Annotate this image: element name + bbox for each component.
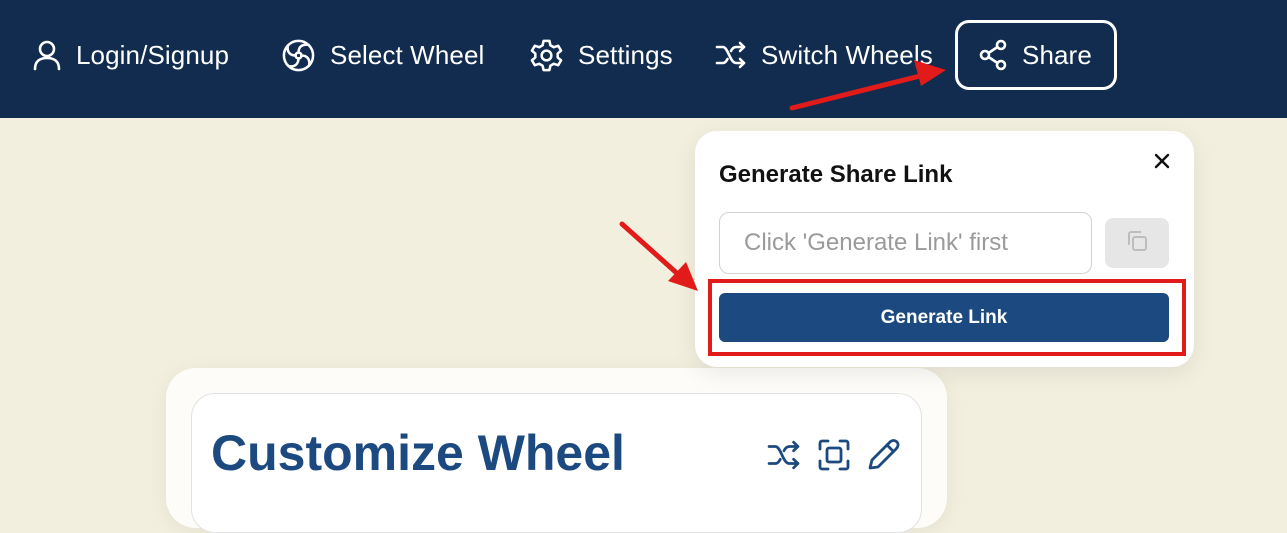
- gear-icon: [529, 38, 564, 73]
- annotation-arrow-generate-head: [668, 262, 698, 291]
- close-icon: [1153, 152, 1171, 175]
- fullscreen-icon: [817, 438, 851, 477]
- copy-link-button[interactable]: [1105, 218, 1169, 268]
- wheel-icon: [281, 38, 316, 73]
- fullscreen-button[interactable]: [815, 438, 853, 476]
- settings-label: Settings: [578, 39, 673, 70]
- login-signup-button[interactable]: Login/Signup: [32, 26, 229, 84]
- edit-button[interactable]: [864, 438, 902, 476]
- pencil-icon: [865, 437, 901, 478]
- switch-wheels-label: Switch Wheels: [761, 39, 933, 70]
- select-wheel-button[interactable]: Select Wheel: [281, 26, 484, 84]
- popover-title: Generate Share Link: [719, 161, 953, 188]
- copy-icon: [1125, 229, 1149, 258]
- top-navbar: Login/Signup Select Wheel Settings Switc…: [0, 0, 1287, 118]
- select-wheel-label: Select Wheel: [330, 39, 485, 70]
- shuffle-entries-button[interactable]: [765, 438, 803, 476]
- share-link-input[interactable]: [719, 212, 1092, 274]
- share-label: Share: [1022, 39, 1092, 70]
- login-signup-label: Login/Signup: [76, 39, 229, 70]
- close-button[interactable]: [1150, 151, 1174, 175]
- switch-wheels-button[interactable]: Switch Wheels: [715, 26, 933, 84]
- share-icon: [978, 39, 1008, 71]
- settings-button[interactable]: Settings: [529, 26, 673, 84]
- share-button[interactable]: Share: [955, 20, 1117, 90]
- shuffle-icon: [766, 439, 802, 476]
- annotation-arrow-generate-shaft: [619, 221, 683, 279]
- shuffle-icon: [715, 40, 747, 70]
- customize-wheel-title: Customize Wheel: [211, 425, 625, 481]
- user-icon: [32, 39, 62, 71]
- annotation-highlight-box: [708, 279, 1186, 356]
